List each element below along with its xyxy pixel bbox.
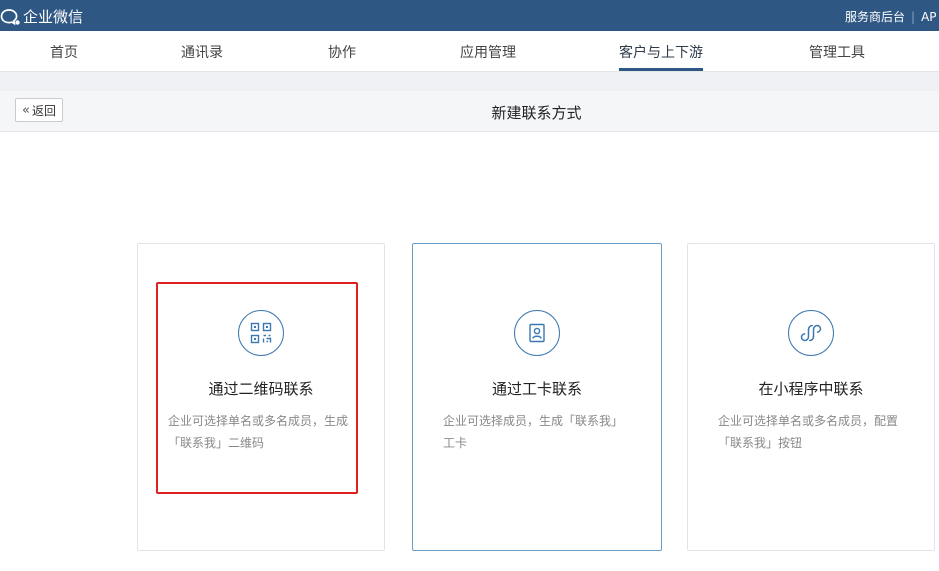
highlight-annotation-box xyxy=(156,282,358,494)
card-title: 通过工卡联系 xyxy=(491,380,582,398)
option-card-miniprogram[interactable]: 在小程序中联系 企业可选择单名或多名成员，配置 「联系我」按钮 xyxy=(687,243,935,551)
card-description-line: 工卡 xyxy=(443,436,468,450)
brand-logo[interactable]: 企业微信 xyxy=(0,6,83,27)
nav-collaboration[interactable]: 协作 xyxy=(328,42,356,71)
service-backend-link[interactable]: 服务商后台 xyxy=(845,10,905,24)
card-title: 在小程序中联系 xyxy=(758,380,864,398)
separator: | xyxy=(911,10,916,24)
miniprogram-icon xyxy=(788,310,834,356)
wecom-logo-icon xyxy=(0,8,20,25)
sub-header: « 返回 新建联系方式 xyxy=(0,91,939,132)
option-card-badge[interactable]: 通过工卡联系 企业可选择成员，生成「联系我」 工卡 xyxy=(412,243,662,551)
card-description-line: 「联系我」按钮 xyxy=(718,436,803,450)
nav-app-management[interactable]: 应用管理 xyxy=(460,42,516,71)
card-description-line: 企业可选择成员，生成「联系我」 xyxy=(443,414,624,428)
main-nav: 首页 通讯录 协作 应用管理 客户与上下游 管理工具 xyxy=(0,31,939,72)
nav-contacts[interactable]: 通讯录 xyxy=(181,42,223,71)
brand-name: 企业微信 xyxy=(23,8,84,26)
nav-management-tools[interactable]: 管理工具 xyxy=(809,42,865,71)
section-gap xyxy=(0,72,939,91)
card-description-line: 企业可选择单名或多名成员，配置 xyxy=(718,414,899,428)
page-title: 新建联系方式 xyxy=(491,104,582,122)
api-link[interactable]: AP xyxy=(921,10,936,24)
nav-customers[interactable]: 客户与上下游 xyxy=(619,42,703,71)
card-description: 企业可选择成员，生成「联系我」 工卡 xyxy=(443,410,633,454)
nav-home[interactable]: 首页 xyxy=(50,42,78,71)
top-bar: 企业微信 服务商后台 | AP xyxy=(0,0,939,31)
badge-card-icon xyxy=(514,310,560,356)
card-description: 企业可选择单名或多名成员，配置 「联系我」按钮 xyxy=(718,410,908,454)
top-right-links: 服务商后台 | AP xyxy=(845,8,937,25)
